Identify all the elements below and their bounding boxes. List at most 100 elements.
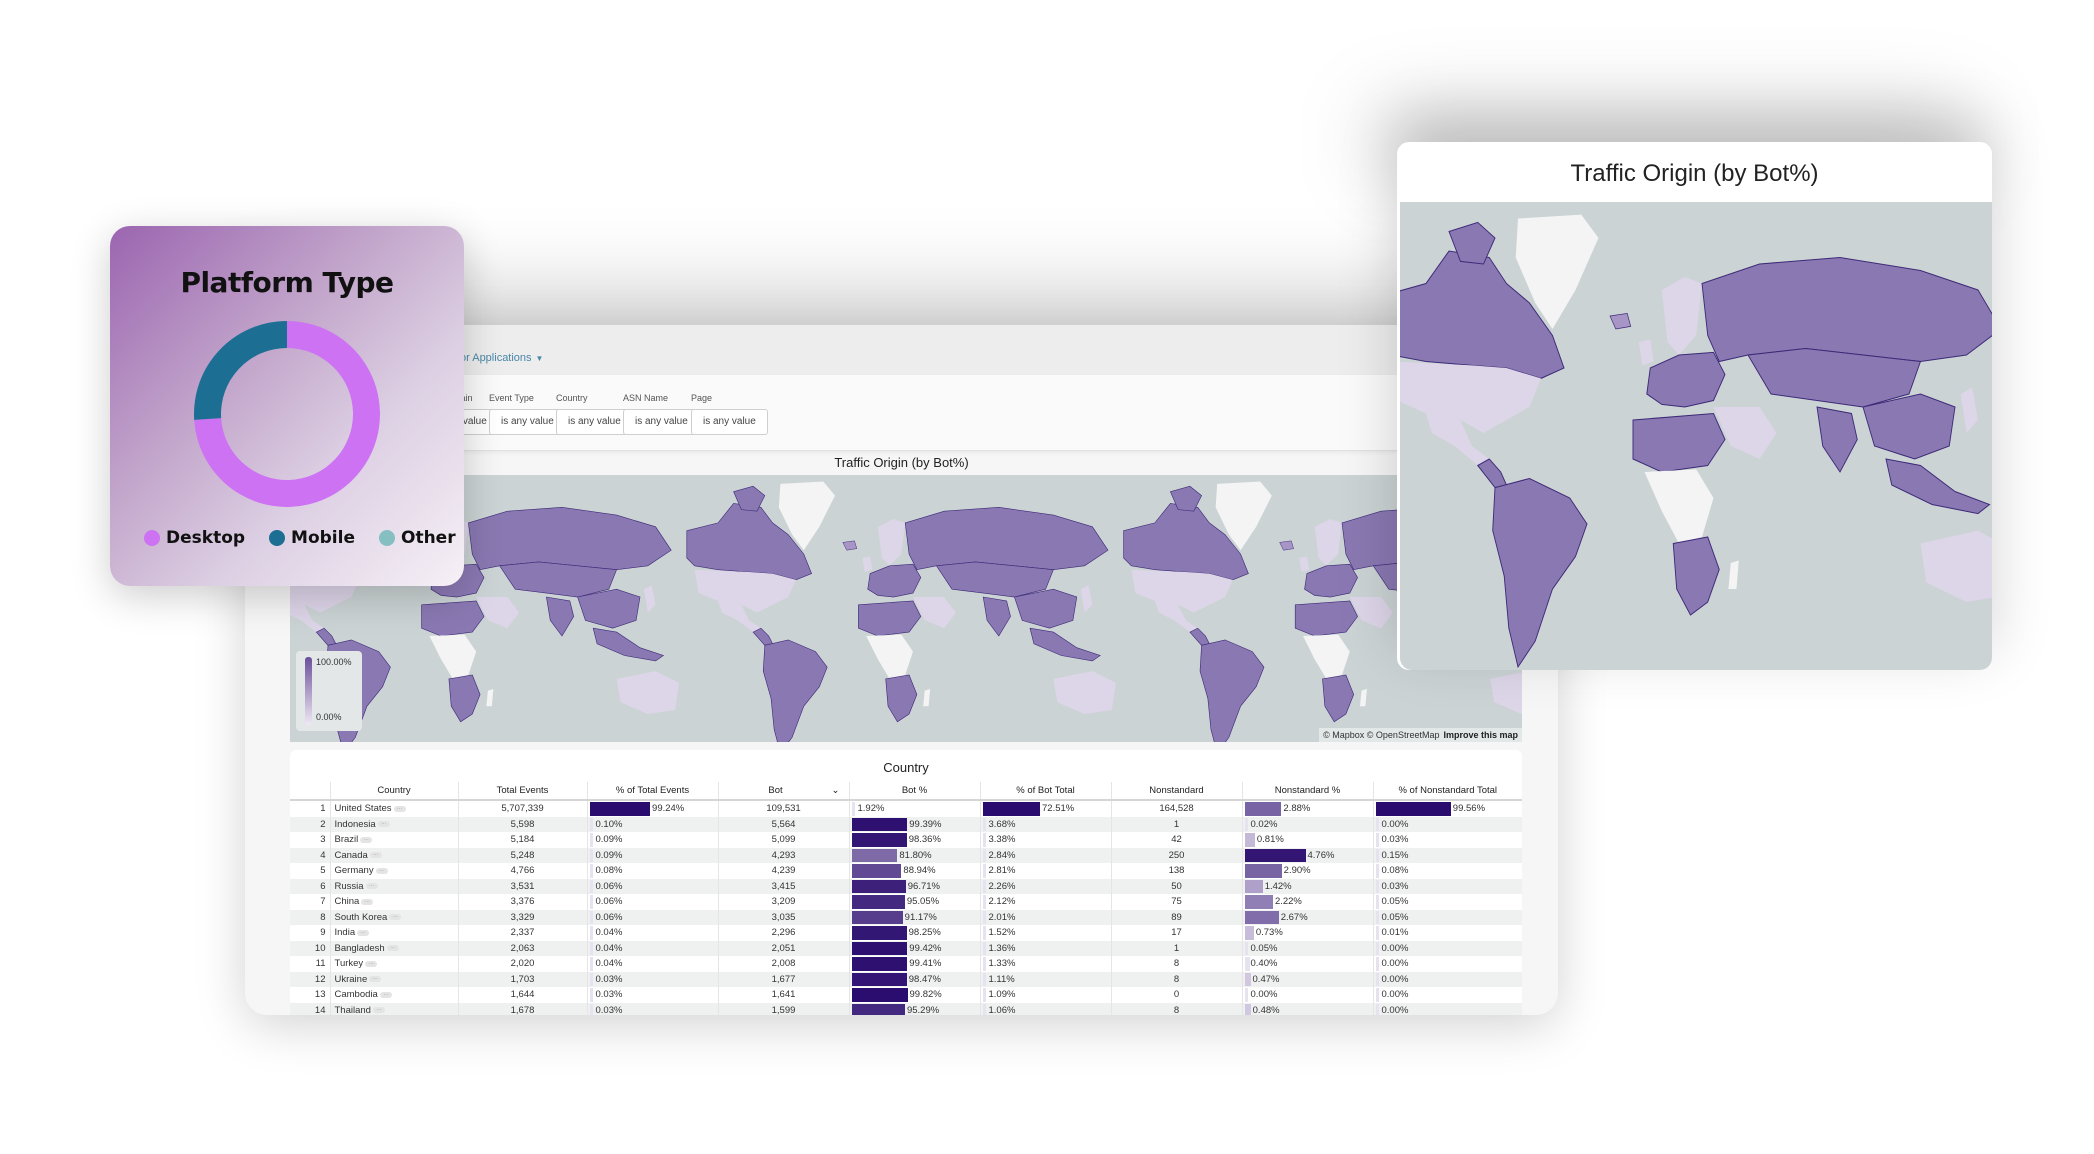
column-header[interactable]: Bot ⌄ xyxy=(717,782,849,801)
region-usa[interactable] xyxy=(694,569,796,613)
region-uk[interactable] xyxy=(1299,556,1310,573)
more-options-icon[interactable]: ··· xyxy=(365,960,378,967)
region-africa-south[interactable] xyxy=(1322,674,1355,723)
region-middle-east[interactable] xyxy=(476,597,520,629)
column-header[interactable]: Bot % xyxy=(848,782,980,801)
region-uk[interactable] xyxy=(862,556,873,573)
region-africa-south[interactable] xyxy=(1672,536,1720,616)
more-options-icon[interactable]: ··· xyxy=(389,914,402,921)
region-russia[interactable] xyxy=(468,506,672,571)
region-scandinavia[interactable] xyxy=(1314,519,1342,566)
region-china[interactable] xyxy=(1013,588,1078,629)
column-header[interactable]: % of Total Events xyxy=(586,782,718,801)
region-iceland[interactable] xyxy=(1279,540,1294,551)
region-china[interactable] xyxy=(1862,393,1956,460)
more-options-icon[interactable]: ··· xyxy=(361,898,374,905)
table-row[interactable]: 5 Germany ··· 4,766 0.08% 4,239 88.94% 2.81% 138… xyxy=(290,863,1522,879)
table-row[interactable]: 8 South Korea ··· 3,329 0.06% 3,035 91.17% 2.01… xyxy=(290,909,1522,925)
world-map-canvas[interactable] xyxy=(290,475,1522,742)
table-row[interactable]: 9 India ··· 2,337 0.04% 2,296 98.25% 1.52% 17 0.7… xyxy=(290,925,1522,941)
column-header[interactable]: % of Bot Total xyxy=(979,782,1111,801)
table-row[interactable]: 2 Indonesia ··· 5,598 0.10% 5,564 99.39% 3.68% 1… xyxy=(290,816,1522,832)
region-australia[interactable] xyxy=(1053,671,1116,714)
more-options-icon[interactable]: ··· xyxy=(375,867,388,874)
region-madagascar[interactable] xyxy=(1728,560,1739,589)
region-central-america[interactable] xyxy=(1189,627,1210,646)
more-options-icon[interactable]: ··· xyxy=(360,836,373,843)
traffic-origin-map[interactable] xyxy=(1400,202,1992,670)
filter-value-button[interactable]: is any value xyxy=(556,409,633,435)
region-africa-north[interactable] xyxy=(1294,600,1358,637)
improve-map-link[interactable]: Improve this map xyxy=(1443,730,1518,740)
sort-icon[interactable]: ⌄ xyxy=(832,785,840,796)
more-options-icon[interactable]: ··· xyxy=(369,976,382,983)
region-uk[interactable] xyxy=(1638,339,1654,366)
region-africa-north[interactable] xyxy=(421,600,485,637)
region-africa-central[interactable] xyxy=(866,634,913,679)
filter-value-button[interactable]: is any value xyxy=(691,409,768,435)
region-middle-east[interactable] xyxy=(1349,597,1393,629)
region-india[interactable] xyxy=(546,596,575,637)
table-row[interactable]: 4 Canada ··· 5,248 0.09% 4,293 81.80% 2.84% 250 4… xyxy=(290,847,1522,863)
table-row[interactable]: 7 China ··· 3,376 0.06% 3,209 95.05% 2.12% 75 2.2… xyxy=(290,894,1522,910)
region-south-america[interactable] xyxy=(1199,639,1265,742)
region-africa-central[interactable] xyxy=(429,634,477,679)
region-russia[interactable] xyxy=(1701,256,1992,363)
region-australia[interactable] xyxy=(1490,671,1522,714)
traffic-origin-map-canvas[interactable] xyxy=(1400,202,1992,670)
region-madagascar[interactable] xyxy=(923,689,931,707)
region-middle-east[interactable] xyxy=(1713,407,1777,459)
region-usa[interactable] xyxy=(1400,361,1541,434)
region-japan[interactable] xyxy=(1080,585,1093,613)
column-header[interactable]: Nonstandard xyxy=(1110,782,1242,801)
more-options-icon[interactable]: ··· xyxy=(393,805,406,812)
region-australia[interactable] xyxy=(616,671,679,714)
region-russia[interactable] xyxy=(904,506,1109,571)
region-central-america[interactable] xyxy=(1477,458,1508,489)
region-scandinavia[interactable] xyxy=(1661,277,1702,355)
region-south-america[interactable] xyxy=(1492,477,1588,669)
region-india[interactable] xyxy=(1816,406,1858,473)
region-china[interactable] xyxy=(577,588,641,629)
table-row[interactable]: 10 Bangladesh ··· 2,063 0.04% 2,051 99.42% 1.36… xyxy=(290,940,1522,956)
table-row[interactable]: 1 United States ··· 5,707,339 99.24% 109,531 1… xyxy=(290,800,1522,817)
column-header[interactable]: Total Events xyxy=(457,782,587,801)
table-row[interactable]: 11 Turkey ··· 2,020 0.04% 2,008 99.41% 1.33% 8 0.… xyxy=(290,956,1522,972)
region-madagascar[interactable] xyxy=(486,689,494,707)
region-australia[interactable] xyxy=(1920,530,1993,603)
region-madagascar[interactable] xyxy=(1359,689,1367,707)
region-africa-central[interactable] xyxy=(1644,469,1714,544)
region-scandinavia[interactable] xyxy=(877,519,906,566)
region-iceland[interactable] xyxy=(1609,312,1632,330)
region-se-asia[interactable] xyxy=(1885,458,1991,515)
table-row[interactable]: 14 Thailand ··· 1,678 0.03% 1,599 95.29% 1.06% 8… xyxy=(290,1002,1522,1015)
more-options-icon[interactable]: ··· xyxy=(377,821,390,828)
column-header[interactable]: % of Nonstandard Total xyxy=(1372,782,1522,801)
region-africa-south[interactable] xyxy=(448,674,481,723)
region-europe[interactable] xyxy=(1646,351,1726,408)
region-africa-south[interactable] xyxy=(885,674,918,723)
column-header[interactable]: Nonstandard % xyxy=(1241,782,1373,801)
region-middle-east[interactable] xyxy=(913,597,956,629)
region-japan[interactable] xyxy=(1960,387,1978,434)
region-india[interactable] xyxy=(982,596,1011,637)
region-central-america[interactable] xyxy=(315,627,337,646)
table-row[interactable]: 12 Ukraine ··· 1,703 0.03% 1,677 98.47% 1.11% 8 0… xyxy=(290,971,1522,987)
application-selector[interactable]: or Applications ▼ xyxy=(460,352,543,364)
region-europe[interactable] xyxy=(1304,563,1358,598)
more-options-icon[interactable]: ··· xyxy=(379,991,392,998)
table-row[interactable]: 13 Cambodia ··· 1,644 0.03% 1,641 99.82% 1.09% 0… xyxy=(290,987,1522,1003)
region-se-asia[interactable] xyxy=(592,627,665,662)
region-africa-north[interactable] xyxy=(1632,412,1726,473)
region-japan[interactable] xyxy=(643,585,656,613)
world-map[interactable]: 100.00% 0.00% © Mapbox © OpenStreetMap Im… xyxy=(290,475,1522,742)
region-usa[interactable] xyxy=(1131,569,1233,613)
more-options-icon[interactable]: ··· xyxy=(372,1007,385,1014)
region-iceland[interactable] xyxy=(842,540,858,551)
filter-value-button[interactable]: is any value xyxy=(489,409,566,435)
more-options-icon[interactable]: ··· xyxy=(369,852,382,859)
more-options-icon[interactable]: ··· xyxy=(357,929,370,936)
filter-value-button[interactable]: is any value xyxy=(623,409,700,435)
region-africa-central[interactable] xyxy=(1303,634,1350,679)
region-central-america[interactable] xyxy=(752,627,774,646)
